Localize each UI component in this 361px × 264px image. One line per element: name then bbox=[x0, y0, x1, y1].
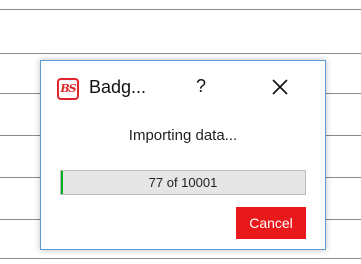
import-progress-bar: 77 of 10001 bbox=[60, 170, 306, 195]
progress-count-label: 77 of 10001 bbox=[148, 175, 218, 190]
close-button[interactable] bbox=[267, 74, 293, 100]
dialog-titlebar[interactable]: BS Badg... ? bbox=[41, 61, 325, 115]
close-icon bbox=[272, 79, 288, 95]
background-divider-line bbox=[0, 9, 361, 10]
help-button[interactable]: ? bbox=[191, 76, 211, 100]
background-divider-line bbox=[0, 258, 361, 259]
dialog-title: Badg... bbox=[89, 77, 147, 97]
background-divider-line bbox=[0, 53, 361, 54]
status-message: Importing data... bbox=[128, 127, 238, 144]
page-background: BS Badg... ? Importing data... 77 of 100… bbox=[0, 0, 361, 264]
cancel-button[interactable]: Cancel bbox=[236, 207, 306, 239]
import-progress-dialog: BS Badg... ? Importing data... 77 of 100… bbox=[40, 60, 326, 250]
badge-studio-logo-icon: BS bbox=[57, 78, 79, 100]
